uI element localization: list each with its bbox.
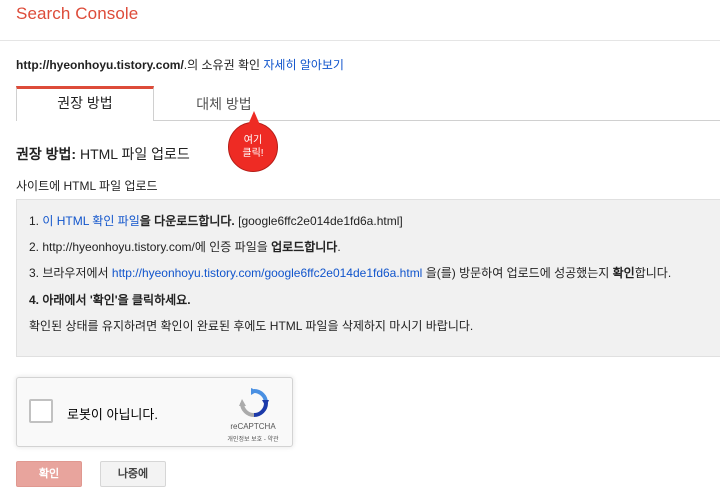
step-4-bold: 4. 아래에서 '확인'을 클릭하세요. <box>29 293 191 307</box>
site-url: http://hyeonhoyu.tistory.com/ <box>16 58 184 72</box>
section-title-rest: HTML 파일 업로드 <box>76 146 190 162</box>
step-1-number: 1. <box>29 214 43 228</box>
recaptcha-widget: 로봇이 아닙니다. reCAPTCHA 개인정보 보호 - 약관 <box>16 377 293 447</box>
download-file-link[interactable]: 이 HTML 확인 파일 <box>42 214 139 228</box>
click-here-callout: 여기 클릭! <box>228 111 278 172</box>
recaptcha-links[interactable]: 개인정보 보호 - 약관 <box>217 434 289 443</box>
recaptcha-logo-icon <box>239 388 269 417</box>
keep-file-note: 확인된 상태를 유지하려면 확인이 완료된 후에도 HTML 파일을 삭제하지 … <box>29 319 474 333</box>
step-3-bold: 확인 <box>612 266 635 280</box>
callout-line-2: 클릭! <box>242 148 264 159</box>
step-1-bold: 을 다운로드합니다. <box>139 214 235 228</box>
section-title: 권장 방법: HTML 파일 업로드 <box>16 144 190 164</box>
step-3: 3. 브라우저에서 http://hyeonhoyu.tistory.com/g… <box>29 264 671 281</box>
instruction-steps: 1. 이 HTML 확인 파일을 다운로드합니다. [google6ffc2e0… <box>16 199 720 357</box>
method-tabs: 권장 방법 대체 방법 <box>16 86 720 121</box>
verify-file-link[interactable]: http://hyeonhoyu.tistory.com/google6ffc2… <box>112 266 422 280</box>
confirm-button[interactable]: 확인 <box>16 461 82 487</box>
step-3-mid: 을(를) 방문하여 업로드에 성공했는지 <box>422 266 613 280</box>
recaptcha-label: 로봇이 아닙니다. <box>67 407 158 422</box>
brand-logo[interactable]: Search Console <box>16 4 138 24</box>
callout-line-1: 여기 <box>243 135 263 146</box>
step-2-bold: 업로드합니다 <box>271 240 338 254</box>
recaptcha-brand: reCAPTCHA <box>230 422 276 431</box>
step-1-filename: [google6ffc2e014de1fd6a.html] <box>234 214 403 228</box>
ownership-text: .의 소유권 확인 <box>183 58 264 72</box>
tab-recommended[interactable]: 권장 방법 <box>16 86 154 121</box>
step-2-text: 2. http://hyeonhoyu.tistory.com/에 인증 파일을 <box>29 240 272 254</box>
later-button[interactable]: 나중에 <box>100 461 166 487</box>
step-4: 4. 아래에서 '확인'을 클릭하세요. <box>29 291 191 308</box>
step-2-end: . <box>337 240 341 254</box>
header: Search Console <box>0 0 720 41</box>
section-title-bold: 권장 방법: <box>16 146 77 162</box>
step-3-end: 합니다. <box>634 266 672 280</box>
ownership-line: http://hyeonhoyu.tistory.com/.의 소유권 확인 자… <box>16 56 344 73</box>
step-3-text: 3. 브라우저에서 <box>29 266 112 280</box>
search-console-page: Search Console http://hyeonhoyu.tistory.… <box>0 0 720 500</box>
recaptcha-checkbox[interactable] <box>29 399 53 423</box>
section-subtitle: 사이트에 HTML 파일 업로드 <box>16 179 158 193</box>
step-2: 2. http://hyeonhoyu.tistory.com/에 인증 파일을… <box>29 238 341 255</box>
step-1: 1. 이 HTML 확인 파일을 다운로드합니다. [google6ffc2e0… <box>29 212 403 229</box>
learn-more-link[interactable]: 자세히 알아보기 <box>263 58 344 72</box>
